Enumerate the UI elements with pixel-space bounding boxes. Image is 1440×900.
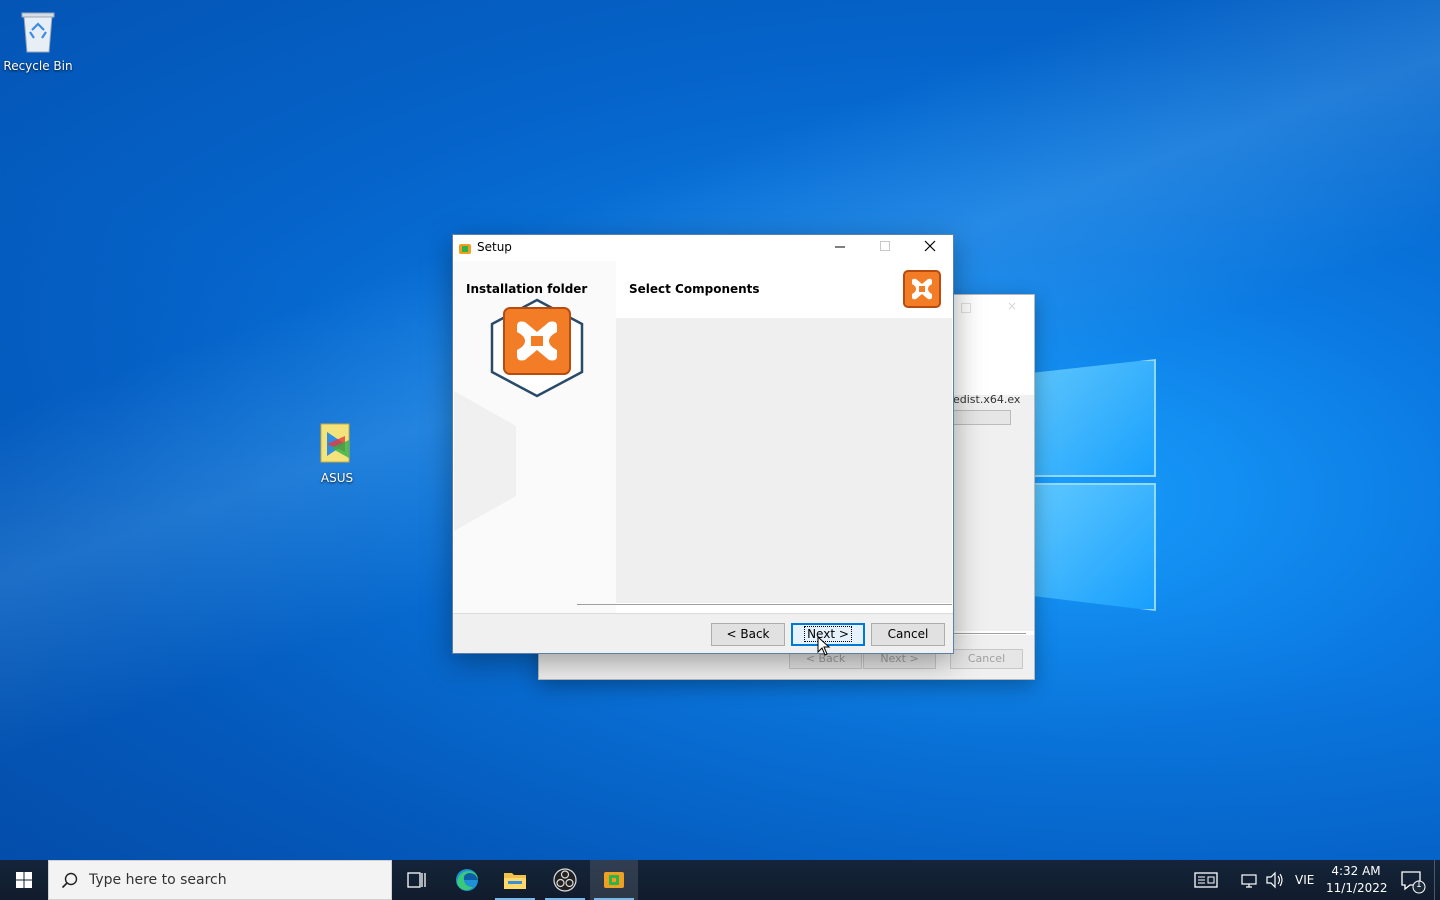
windows-start-icon (16, 872, 32, 888)
obs-button[interactable] (541, 860, 589, 900)
xampp-setup-button[interactable] (590, 860, 638, 900)
separator (577, 604, 952, 605)
notification-icon (1401, 871, 1426, 894)
desktop-icon-label: Recycle Bin (3, 59, 73, 73)
network-button[interactable] (1238, 860, 1262, 900)
taskbar: Type here to search VIE 4:32 AM 11/1/202… (0, 860, 1440, 900)
edge-button[interactable] (443, 860, 491, 900)
button-bar: < Back Next > Cancel (453, 613, 953, 653)
task-view-icon (407, 872, 426, 888)
clock-time[interactable]: 4:32 AM (1326, 864, 1386, 878)
title-bar[interactable]: Setup (453, 235, 953, 261)
mouse-cursor (817, 635, 831, 656)
progress-bar (953, 410, 1011, 425)
page-title: Select Components (629, 282, 760, 296)
back-button[interactable]: < Back (711, 623, 785, 646)
maximize-button (862, 235, 907, 261)
left-panel-heading: Installation folder (466, 282, 588, 296)
windows-logo-wallpaper (1030, 345, 1160, 615)
maximize-icon (879, 241, 890, 251)
close-icon (924, 240, 935, 252)
clock-date[interactable]: 11/1/2022 (1326, 881, 1388, 895)
close-icon: × (1007, 299, 1018, 313)
volume-button[interactable] (1263, 860, 1287, 900)
cancel-button[interactable]: Cancel (871, 623, 945, 646)
components-area (616, 318, 952, 603)
maximize-icon (961, 303, 971, 313)
setup-window[interactable]: Setup Installation folder Select Compone… (452, 234, 954, 654)
separator (954, 633, 1026, 634)
start-button[interactable] (0, 860, 48, 900)
volume-icon (1266, 871, 1283, 889)
show-desktop-button[interactable] (1434, 860, 1440, 900)
xampp-large-logo (487, 298, 587, 398)
file-explorer-button[interactable] (491, 860, 539, 900)
xampp-small-logo (903, 270, 941, 308)
language-indicator[interactable]: VIE (1295, 873, 1314, 887)
asus-folder-icon (299, 422, 375, 469)
minimize-button[interactable] (817, 235, 862, 261)
cancel-button-disabled: Cancel (950, 649, 1023, 669)
decorative-hexagon (454, 391, 516, 531)
desktop-icon-recycle-bin[interactable]: Recycle Bin (0, 8, 76, 73)
network-icon (1241, 874, 1257, 888)
xampp-app-icon (458, 241, 472, 255)
edge-icon (456, 869, 478, 891)
file-explorer-icon (504, 873, 526, 889)
search-icon (61, 872, 78, 889)
close-button[interactable] (907, 235, 952, 261)
news-widget-button[interactable] (1184, 860, 1228, 900)
task-view-button[interactable] (392, 860, 440, 900)
search-placeholder: Type here to search (89, 872, 227, 888)
obs-icon (553, 868, 577, 892)
news-icon (1194, 872, 1218, 888)
desktop-icon-label: ASUS (320, 471, 354, 485)
taskbar-search-box[interactable]: Type here to search (48, 860, 392, 900)
notification-count: 1 (1416, 880, 1422, 890)
notification-center-button[interactable]: 1 (1392, 860, 1432, 900)
minimize-icon (834, 246, 845, 248)
left-panel: Installation folder (454, 261, 616, 613)
recycle-bin-icon (0, 8, 76, 57)
file-name-text: edist.x64.ex (953, 393, 1021, 406)
page-header: Select Components (616, 261, 953, 318)
window-title: Setup (477, 240, 512, 254)
desktop-icon-asus[interactable]: ASUS (299, 422, 375, 485)
xampp-setup-icon (604, 872, 624, 888)
